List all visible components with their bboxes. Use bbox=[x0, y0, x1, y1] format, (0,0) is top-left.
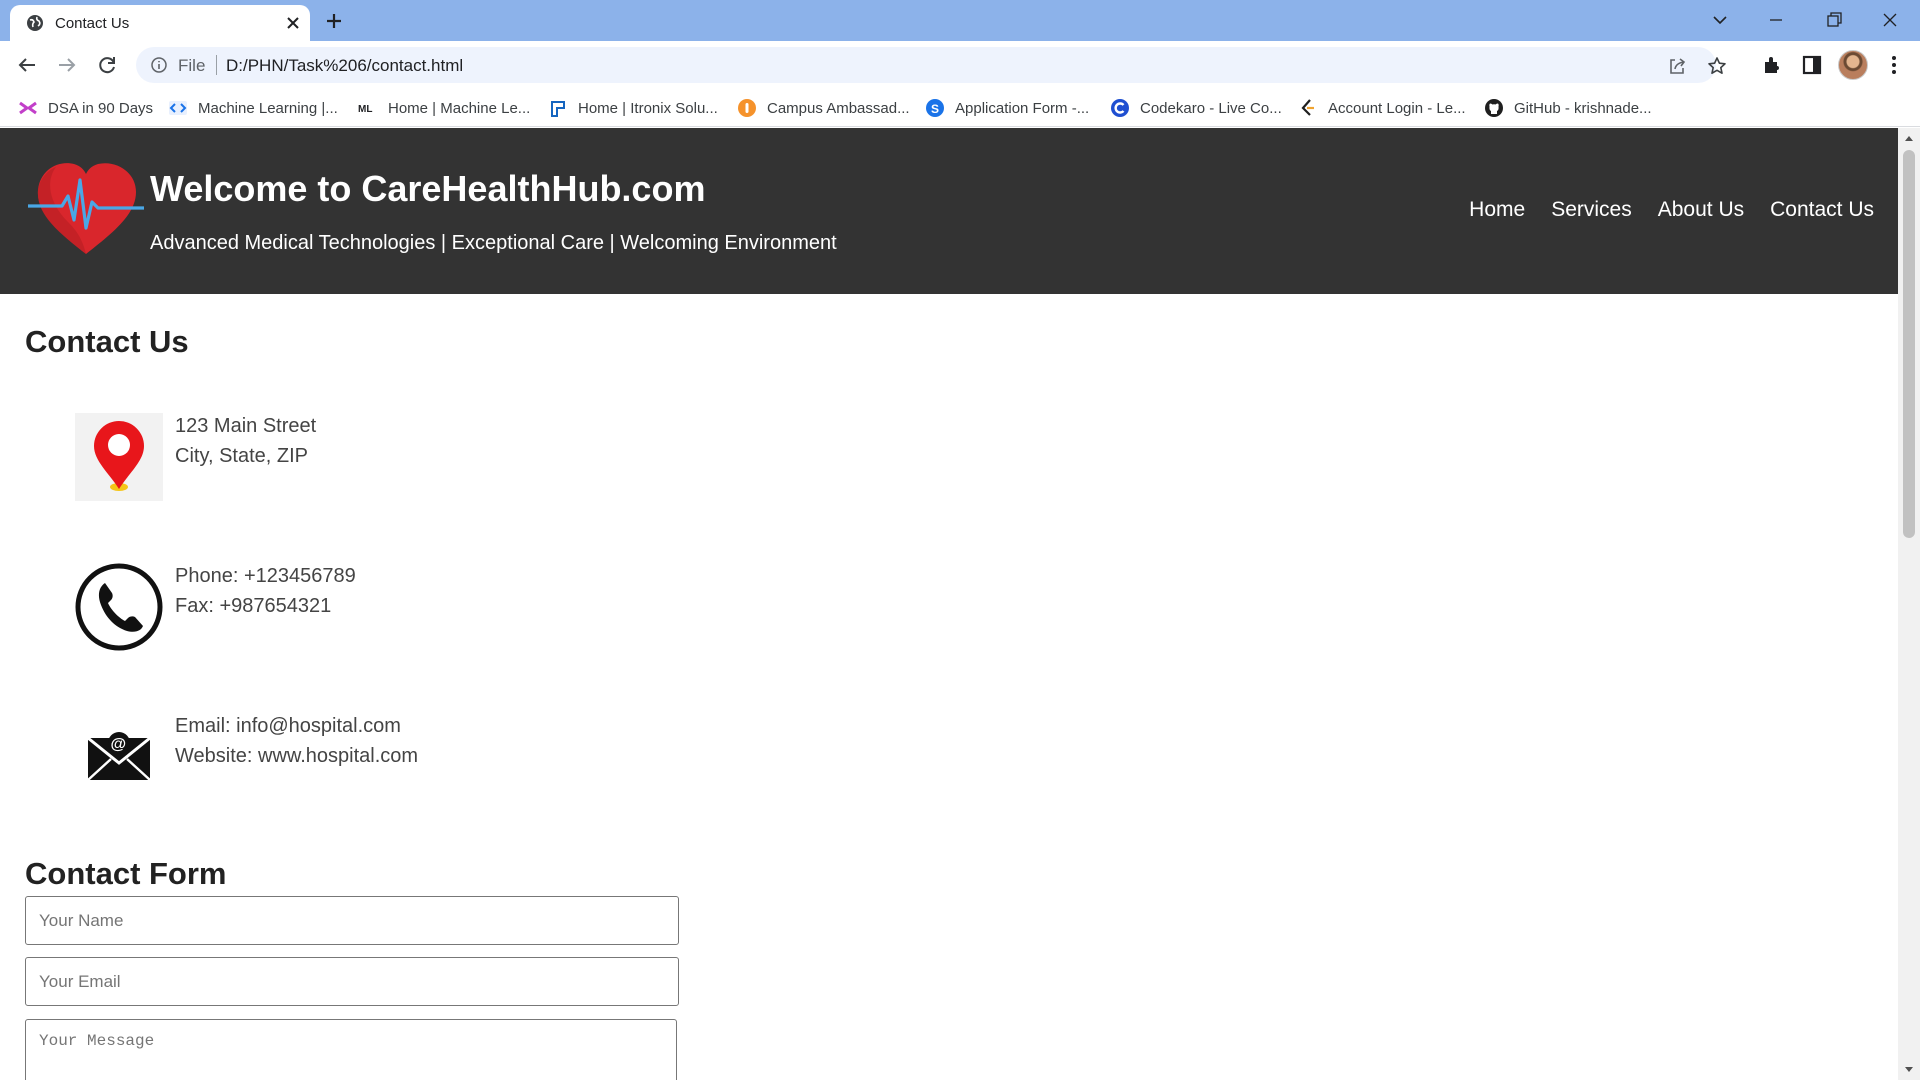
email-input[interactable] bbox=[25, 957, 679, 1006]
bookmark-label: Account Login - Le... bbox=[1328, 99, 1466, 117]
bookmark-application-form[interactable]: S Application Form -... bbox=[925, 97, 1089, 119]
bookmark-label: Application Form -... bbox=[955, 99, 1090, 117]
s-icon: S bbox=[926, 99, 944, 117]
bookmarks-bar: DSA in 90 Days Machine Learning |... ML … bbox=[0, 89, 1920, 127]
mail-icon: @ bbox=[87, 732, 151, 781]
bookmark-label: DSA in 90 Days bbox=[48, 99, 154, 117]
github-icon bbox=[1485, 99, 1503, 117]
site-tagline: Advanced Medical Technologies | Exceptio… bbox=[150, 232, 837, 254]
bookmark-campus-ambassador[interactable]: Campus Ambassad... bbox=[737, 97, 910, 119]
svg-text:ML: ML bbox=[358, 104, 372, 115]
name-input[interactable] bbox=[25, 896, 679, 945]
site-nav: Home Services About Us Contact Us bbox=[1469, 198, 1874, 222]
campus-icon bbox=[738, 99, 756, 117]
bookmark-label: Home | Machine Le... bbox=[388, 99, 531, 117]
extensions-icon[interactable] bbox=[1760, 53, 1784, 77]
svg-text:@: @ bbox=[111, 736, 127, 753]
scroll-up-arrow-icon[interactable] bbox=[1904, 134, 1914, 144]
nav-about-us[interactable]: About Us bbox=[1658, 198, 1744, 222]
bookmark-dsa[interactable]: DSA in 90 Days bbox=[18, 97, 153, 119]
bookmark-codekaro[interactable]: Codekaro - Live Co... bbox=[1110, 97, 1282, 119]
c-icon bbox=[1111, 99, 1129, 117]
code-brackets-icon bbox=[169, 101, 187, 115]
url-separator bbox=[216, 55, 217, 75]
address-bar[interactable]: File D:/PHN/Task%206/contact.html bbox=[136, 47, 1726, 83]
bookmark-label: Home | Itronix Solu... bbox=[578, 99, 718, 117]
site-header: Welcome to CareHealthHub.com Advanced Me… bbox=[0, 128, 1898, 294]
bookmark-star-icon[interactable] bbox=[1706, 55, 1728, 77]
share-icon[interactable] bbox=[1666, 55, 1688, 77]
tab-strip: Contact Us bbox=[0, 0, 1920, 41]
scroll-down-arrow-icon[interactable] bbox=[1904, 1064, 1914, 1074]
forward-icon[interactable] bbox=[55, 53, 79, 77]
bookmark-label: Campus Ambassad... bbox=[767, 99, 910, 117]
bookmark-github[interactable]: GitHub - krishnade... bbox=[1484, 97, 1652, 119]
dsa-icon bbox=[19, 101, 37, 115]
address-line1: 123 Main Street bbox=[175, 415, 317, 437]
browser-toolbar: File D:/PHN/Task%206/contact.html bbox=[0, 41, 1920, 89]
itronix-icon bbox=[551, 101, 565, 117]
bookmark-home-machine-learning[interactable]: ML Home | Machine Le... bbox=[358, 97, 530, 119]
phone-line: Phone: +123456789 bbox=[175, 565, 356, 587]
side-panel-icon[interactable] bbox=[1800, 53, 1824, 77]
page-viewport: Welcome to CareHealthHub.com Advanced Me… bbox=[0, 128, 1898, 1080]
phone-icon bbox=[75, 563, 163, 651]
phone-text: Phone: +123456789 Fax: +987654321 bbox=[175, 561, 356, 621]
email-line: Email: info@hospital.com bbox=[175, 715, 401, 737]
scrollbar-thumb[interactable] bbox=[1903, 150, 1915, 538]
bookmark-account-login[interactable]: Account Login - Le... bbox=[1298, 97, 1466, 119]
profile-avatar[interactable] bbox=[1838, 50, 1868, 80]
url-text[interactable]: D:/PHN/Task%206/contact.html bbox=[226, 56, 463, 76]
heart-pulse-icon bbox=[28, 163, 144, 254]
leetcode-icon bbox=[1301, 99, 1314, 116]
bookmark-itronix[interactable]: Home | Itronix Solu... bbox=[548, 97, 718, 119]
svg-text:S: S bbox=[931, 102, 939, 116]
reload-icon[interactable] bbox=[95, 53, 119, 77]
bookmark-label: GitHub - krishnade... bbox=[1514, 99, 1652, 117]
bookmark-machine-learning[interactable]: Machine Learning |... bbox=[168, 97, 338, 119]
fax-line: Fax: +987654321 bbox=[175, 595, 332, 617]
tab-title: Contact Us bbox=[55, 15, 130, 32]
contact-heading: Contact Us bbox=[25, 324, 189, 359]
restore-icon[interactable] bbox=[1820, 6, 1848, 34]
url-scheme: File bbox=[178, 56, 206, 75]
back-icon[interactable] bbox=[15, 53, 39, 77]
close-window-icon[interactable] bbox=[1876, 6, 1904, 34]
bookmark-label: Machine Learning |... bbox=[198, 99, 338, 117]
ml-icon: ML bbox=[358, 104, 372, 115]
location-pin-icon bbox=[75, 413, 163, 501]
email-text: Email: info@hospital.com Website: www.ho… bbox=[175, 711, 418, 771]
bookmark-label: Codekaro - Live Co... bbox=[1140, 99, 1282, 117]
tab-search-chevron-icon[interactable] bbox=[1706, 6, 1734, 34]
contact-form-heading: Contact Form bbox=[25, 856, 227, 891]
more-menu-icon[interactable] bbox=[1882, 53, 1906, 77]
minimize-icon[interactable] bbox=[1762, 6, 1790, 34]
info-icon[interactable] bbox=[150, 56, 168, 74]
close-tab-icon[interactable] bbox=[282, 12, 304, 34]
message-textarea[interactable] bbox=[25, 1019, 677, 1080]
nav-services[interactable]: Services bbox=[1551, 198, 1632, 222]
globe-icon bbox=[27, 15, 43, 31]
new-tab-icon[interactable] bbox=[322, 9, 346, 33]
page-scrollbar[interactable] bbox=[1898, 128, 1920, 1080]
nav-home[interactable]: Home bbox=[1469, 198, 1525, 222]
nav-contact-us[interactable]: Contact Us bbox=[1770, 198, 1874, 222]
address-text: 123 Main Street City, State, ZIP bbox=[175, 411, 316, 471]
website-line: Website: www.hospital.com bbox=[175, 745, 419, 767]
site-title: Welcome to CareHealthHub.com bbox=[150, 168, 706, 209]
address-line2: City, State, ZIP bbox=[175, 445, 308, 467]
tab-contact-us[interactable]: Contact Us bbox=[10, 5, 310, 41]
